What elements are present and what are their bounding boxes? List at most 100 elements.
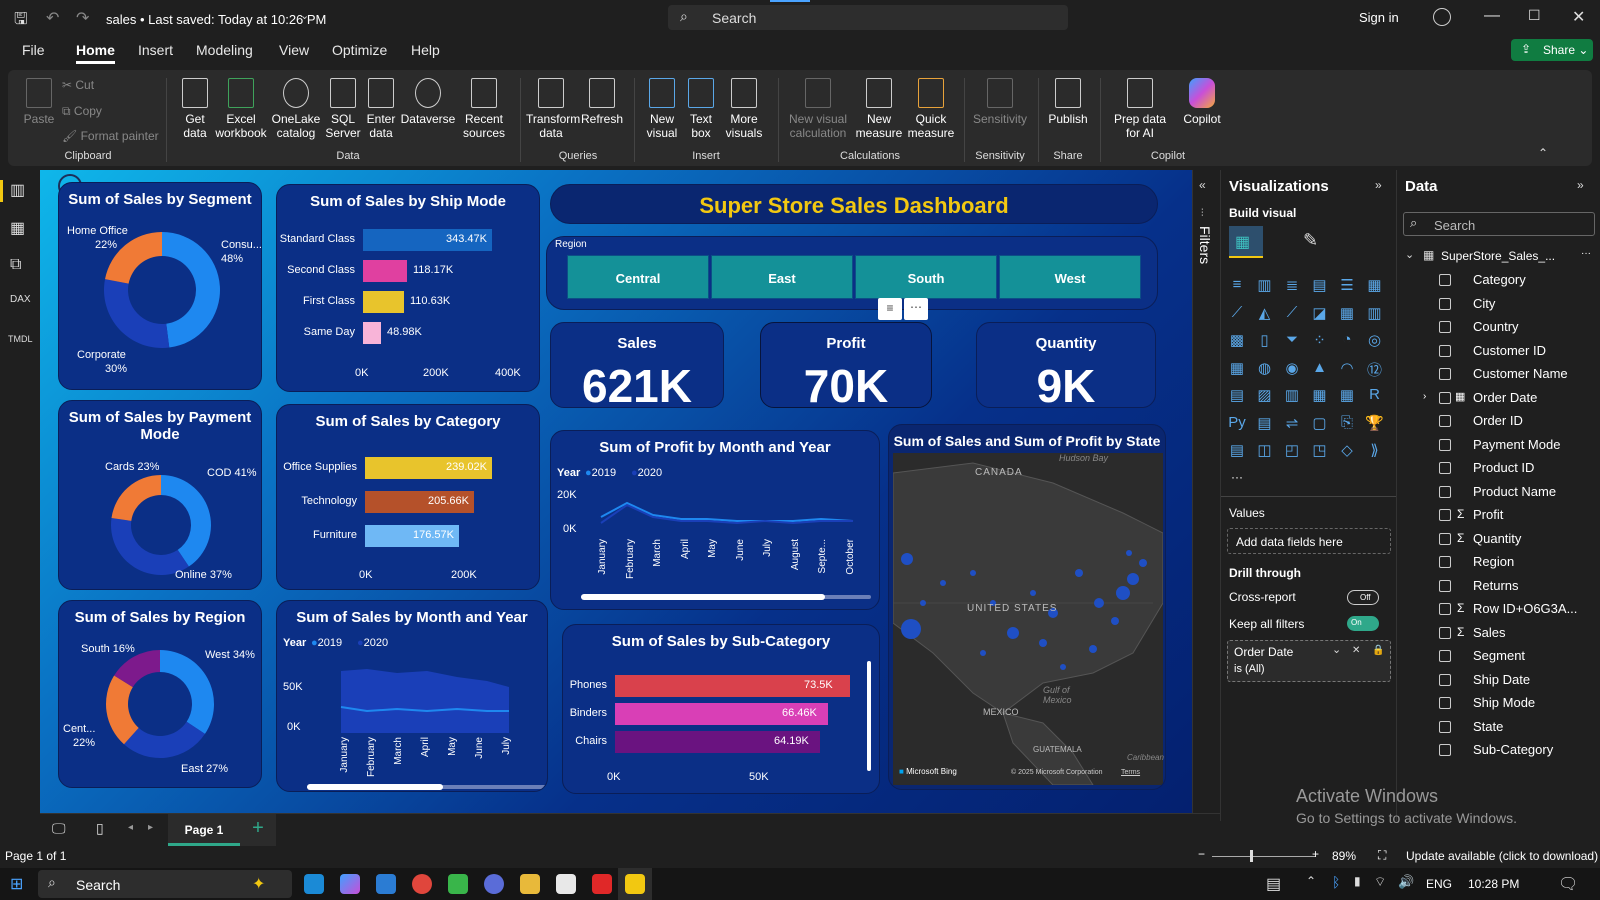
slicer-item-west[interactable]: West [999, 255, 1141, 299]
field-name[interactable]: Payment Mode [1473, 437, 1560, 452]
visual-type-icon[interactable]: ≣ [1282, 276, 1302, 294]
visual-type-icon[interactable]: ◍ [1255, 359, 1275, 377]
avatar[interactable] [1433, 8, 1451, 26]
report-page[interactable]: Sum of Sales by Segment Home Office 22% … [40, 170, 1192, 821]
bluetooth-icon[interactable]: ᛒ [1332, 874, 1340, 890]
field-checkbox[interactable] [1439, 485, 1451, 498]
excel-workbook-button[interactable]: Excel workbook [214, 78, 268, 140]
more-visuals-ellipsis[interactable]: ··· [1231, 470, 1243, 484]
visual-type-icon[interactable]: ▦ [1337, 304, 1357, 322]
bar[interactable] [363, 260, 407, 282]
scrollbar-thumb[interactable] [307, 784, 443, 790]
drill-filter-card[interactable]: Order Date is (All) ⌄ ✕ 🔒 [1227, 640, 1391, 682]
region-donut[interactable] [105, 649, 215, 759]
format-visual-tab[interactable]: ✎ [1303, 230, 1318, 251]
field-checkbox[interactable] [1439, 344, 1451, 357]
visual-type-icon[interactable]: ▤ [1227, 441, 1247, 459]
field-checkbox[interactable] [1439, 532, 1451, 545]
visual-type-icon[interactable]: ⑫ [1365, 359, 1385, 379]
field-name[interactable]: Country [1473, 319, 1519, 334]
field-name[interactable]: Order Date [1473, 390, 1537, 405]
slicer-item-central[interactable]: Central [567, 255, 709, 299]
recent-sources-button[interactable]: Recent sources [458, 78, 510, 140]
chevron-up-icon[interactable]: ⌃ [1306, 874, 1316, 888]
chevron-right-icon[interactable]: › [1423, 391, 1426, 402]
chevron-down-icon[interactable]: ⌄ [1405, 248, 1414, 261]
scrollbar-thumb[interactable] [581, 594, 825, 600]
donut-slice[interactable] [161, 475, 211, 567]
bar[interactable] [363, 322, 381, 344]
visual-type-icon[interactable]: ◪ [1310, 304, 1330, 322]
field-checkbox[interactable] [1439, 274, 1451, 286]
field-name[interactable]: Customer Name [1473, 366, 1568, 381]
more-options-icon[interactable]: ⋯ [904, 298, 928, 320]
table-view-icon[interactable]: ▦ [10, 218, 25, 238]
visual-type-icon[interactable]: ⏷ [1282, 331, 1302, 349]
prep-data-ai-button[interactable]: Prep data for AI [1106, 78, 1174, 140]
news-icon[interactable]: ▤ [1266, 874, 1281, 894]
menu-help[interactable]: Help [411, 42, 440, 58]
enter-data-button[interactable]: Enter data [364, 78, 398, 140]
visual-type-icon[interactable]: ⇌ [1282, 414, 1302, 432]
visual-type-icon[interactable]: ⁘ [1310, 331, 1330, 349]
field-name[interactable]: Product Name [1473, 484, 1556, 499]
visual-type-icon[interactable]: ◫ [1255, 441, 1275, 459]
dax-query-icon[interactable]: DAX [10, 294, 31, 305]
visual-type-icon[interactable]: ◎ [1365, 331, 1385, 349]
minimize-icon[interactable]: — [1484, 7, 1500, 25]
battery-icon[interactable]: ▮ [1354, 874, 1361, 888]
format-painter-button[interactable]: 🖌 Format painter [62, 129, 159, 143]
vscode-icon[interactable] [376, 874, 396, 894]
visual-type-icon[interactable]: ⟫ [1365, 441, 1385, 459]
visual-type-icon[interactable]: ⟋ [1227, 304, 1247, 322]
wifi-icon[interactable]: ⌔ [1374, 874, 1386, 890]
field-checkbox[interactable] [1439, 462, 1451, 474]
close-icon[interactable]: ✕ [1572, 7, 1585, 27]
desktop-layout-icon[interactable]: 🖵 [52, 820, 66, 837]
month-profit-lines[interactable] [597, 493, 863, 533]
chevron-left-icon[interactable]: « [1199, 178, 1206, 192]
collapse-ribbon-icon[interactable]: ⌃ [1538, 146, 1548, 160]
visual-type-icon[interactable]: ▩ [1227, 331, 1247, 349]
slicer-item-south[interactable]: South [855, 255, 997, 299]
visual-type-icon[interactable]: ⎘ [1337, 414, 1357, 432]
build-visual-tab[interactable]: ▦ [1229, 226, 1263, 258]
paste-button[interactable]: Paste [20, 78, 58, 126]
donut-slice[interactable] [160, 650, 214, 734]
visual-type-icon[interactable]: ☰ [1337, 276, 1357, 294]
lock-icon[interactable]: 🔒 [1372, 645, 1384, 656]
report-view-icon[interactable]: ▥ [10, 180, 25, 200]
visual-type-icon[interactable]: ▥ [1282, 386, 1302, 404]
donut-slice[interactable] [111, 518, 189, 575]
taskbar-search[interactable]: ⌕ Search ✦ [38, 870, 292, 898]
next-page-icon[interactable]: ▸ [148, 822, 153, 833]
get-data-button[interactable]: Get data [174, 78, 216, 140]
menu-file[interactable]: File [22, 42, 45, 58]
add-page-icon[interactable]: + [240, 814, 276, 846]
kpi-profit[interactable]: Profit 70K [760, 322, 932, 408]
visual-type-icon[interactable]: Py [1227, 414, 1247, 432]
redo-icon[interactable]: ↷ [76, 8, 89, 28]
shipmode-card[interactable]: Sum of Sales by Ship Mode Standard Class… [276, 184, 540, 392]
cross-report-toggle[interactable]: Off [1347, 590, 1379, 605]
field-name[interactable]: Row ID+O6G3A... [1473, 601, 1577, 616]
field-name[interactable]: Customer ID [1473, 343, 1546, 358]
field-checkbox[interactable] [1439, 720, 1451, 733]
page-tab[interactable]: Page 1 [168, 814, 240, 846]
edge-icon[interactable] [304, 874, 324, 894]
copilot-taskbar-icon[interactable] [340, 874, 360, 894]
clock[interactable]: 10:28 PM [1468, 877, 1519, 891]
cut-button[interactable]: ✂ Cut [62, 78, 94, 92]
chevron-down-icon[interactable]: ⌄ [300, 9, 309, 22]
map-card[interactable]: Sum of Sales and Sum of Profit by State … [888, 424, 1166, 790]
visual-type-icon[interactable]: ▨ [1255, 386, 1275, 404]
field-checkbox[interactable] [1439, 626, 1451, 639]
visual-type-icon[interactable]: ▤ [1227, 386, 1247, 404]
fit-page-icon[interactable]: ⛶ [1378, 848, 1386, 863]
field-name[interactable]: Product ID [1473, 460, 1534, 475]
search-box[interactable]: ⌕ Search [668, 5, 1068, 30]
field-checkbox[interactable] [1439, 509, 1451, 521]
chevron-right-icon[interactable]: » [1375, 178, 1382, 192]
undo-icon[interactable]: ↶ [46, 8, 59, 28]
sign-in-link[interactable]: Sign in [1359, 10, 1399, 25]
